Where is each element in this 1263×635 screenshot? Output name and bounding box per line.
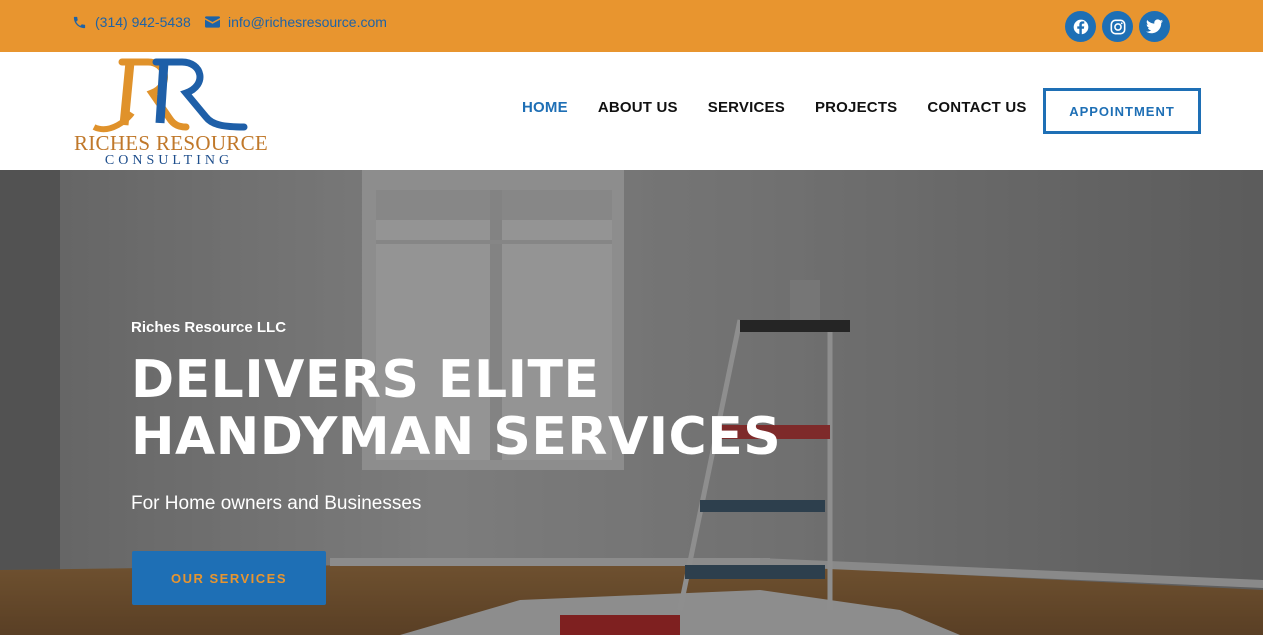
phone-contact[interactable]: (314) 942-5438	[72, 14, 191, 30]
email-address: info@richesresource.com	[228, 14, 387, 30]
phone-icon	[72, 15, 87, 30]
hero-headline-line2: HANDYMAN SERVICES	[131, 407, 782, 467]
nav-contact-us[interactable]: CONTACT US	[927, 99, 1026, 116]
hero-section: Riches Resource LLC DELIVERS ELITE HANDY…	[0, 170, 1263, 635]
hero-subheading: For Home owners and Businesses	[131, 493, 422, 514]
hero-headline-line1: DELIVERS ELITE	[131, 350, 600, 410]
logo[interactable]: RICHES RESOURCE CONSULTING	[64, 57, 274, 168]
social-links	[1065, 11, 1170, 42]
our-services-button[interactable]: OUR SERVICES	[132, 551, 326, 605]
nav-services[interactable]: SERVICES	[708, 99, 785, 116]
phone-number: (314) 942-5438	[95, 14, 191, 30]
site-header: RICHES RESOURCE CONSULTING HOME ABOUT US…	[0, 52, 1263, 170]
top-bar: (314) 942-5438 info@richesresource.com	[0, 0, 1263, 52]
main-nav: HOME ABOUT US SERVICES PROJECTS CONTACT …	[522, 99, 1027, 116]
facebook-icon[interactable]	[1065, 11, 1096, 42]
hero-eyebrow: Riches Resource LLC	[131, 319, 287, 336]
appointment-button[interactable]: APPOINTMENT	[1043, 88, 1201, 134]
envelope-icon	[205, 16, 220, 28]
hero-headline: DELIVERS ELITE HANDYMAN SERVICES	[131, 352, 781, 466]
logo-tagline: CONSULTING	[104, 153, 234, 168]
email-contact[interactable]: info@richesresource.com	[205, 14, 387, 30]
nav-about-us[interactable]: ABOUT US	[598, 99, 678, 116]
nav-home[interactable]: HOME	[522, 99, 568, 116]
rr-monogram	[92, 58, 248, 133]
nav-projects[interactable]: PROJECTS	[815, 99, 897, 116]
twitter-icon[interactable]	[1139, 11, 1170, 42]
instagram-icon[interactable]	[1102, 11, 1133, 42]
